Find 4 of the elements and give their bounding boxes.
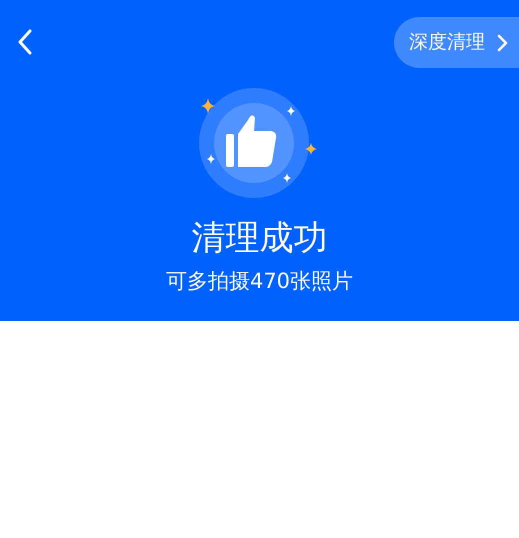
- result-title: 清理成功: [192, 217, 328, 260]
- result-subtitle: 可多拍摄470张照片: [166, 268, 354, 295]
- deep-clean-button[interactable]: 深度清理: [394, 17, 519, 68]
- chevron-icon: [497, 34, 509, 52]
